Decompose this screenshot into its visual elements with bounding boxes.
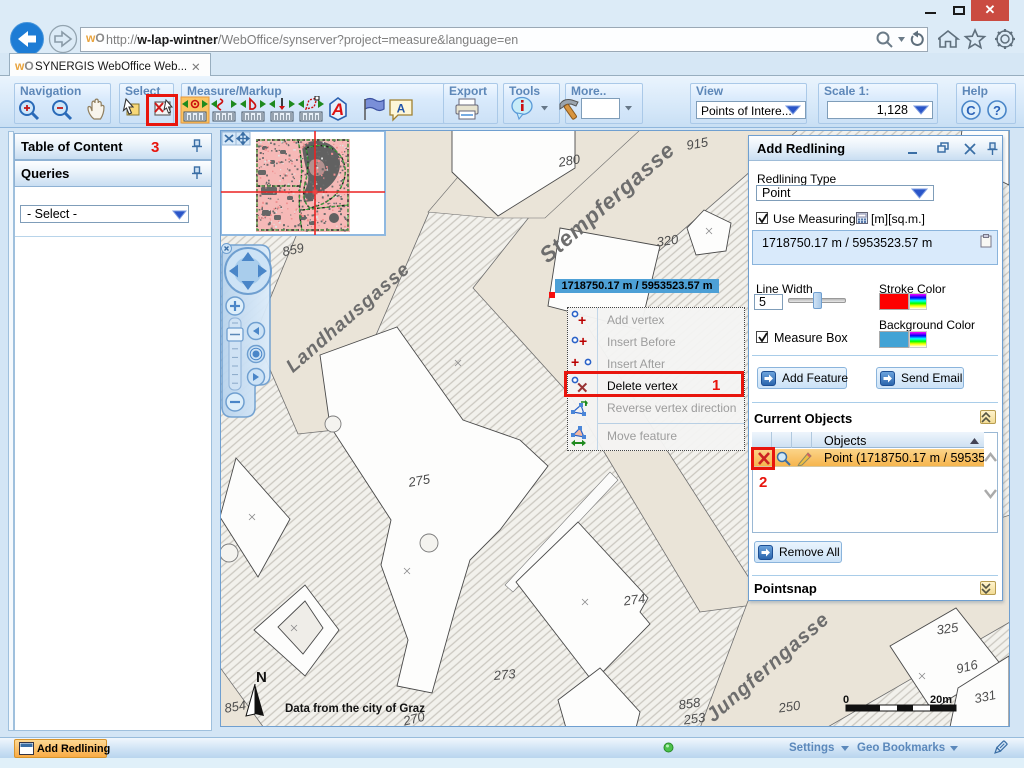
svg-text:325: 325 [936, 620, 960, 638]
svg-text:?: ? [993, 103, 1001, 118]
svg-text:20m: 20m [930, 694, 952, 706]
svg-text:N: N [256, 669, 267, 686]
svg-text:274: 274 [622, 591, 647, 609]
svg-text:0: 0 [843, 694, 849, 706]
svg-text:253: 253 [682, 710, 707, 727]
svg-text:+: + [578, 312, 586, 328]
svg-text:Data from the city of Graz: Data from the city of Graz [285, 703, 425, 715]
svg-text:A: A [397, 102, 406, 116]
svg-text:+: + [579, 333, 587, 349]
svg-text:+: + [571, 354, 579, 370]
svg-text:273: 273 [492, 666, 517, 683]
svg-text:320: 320 [656, 232, 680, 250]
svg-text:C: C [966, 103, 976, 118]
svg-text:A: A [331, 100, 344, 119]
